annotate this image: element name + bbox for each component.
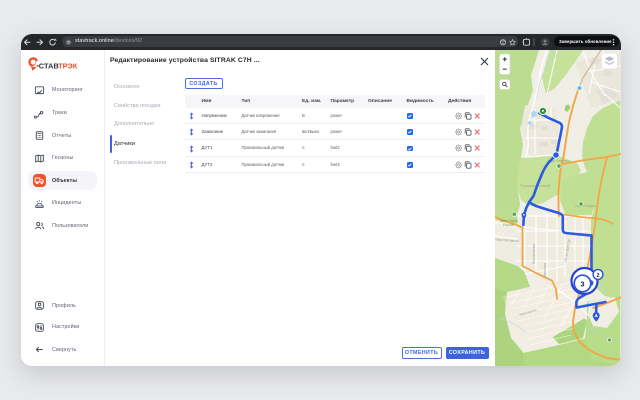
svg-text:Промышленный: Промышленный xyxy=(520,183,550,188)
svg-text:3: 3 xyxy=(580,279,584,288)
svg-text:парк Победы: парк Победы xyxy=(575,204,596,208)
svg-text:Рогожникова: Рогожникова xyxy=(532,244,536,264)
svg-text:ТРЭК: ТРЭК xyxy=(58,62,78,71)
svg-text:России: России xyxy=(503,223,514,227)
svg-text:Пирогова: Пирогова xyxy=(543,263,547,278)
svg-text:СТАВ: СТАВ xyxy=(39,62,59,71)
svg-text:2: 2 xyxy=(596,273,599,279)
